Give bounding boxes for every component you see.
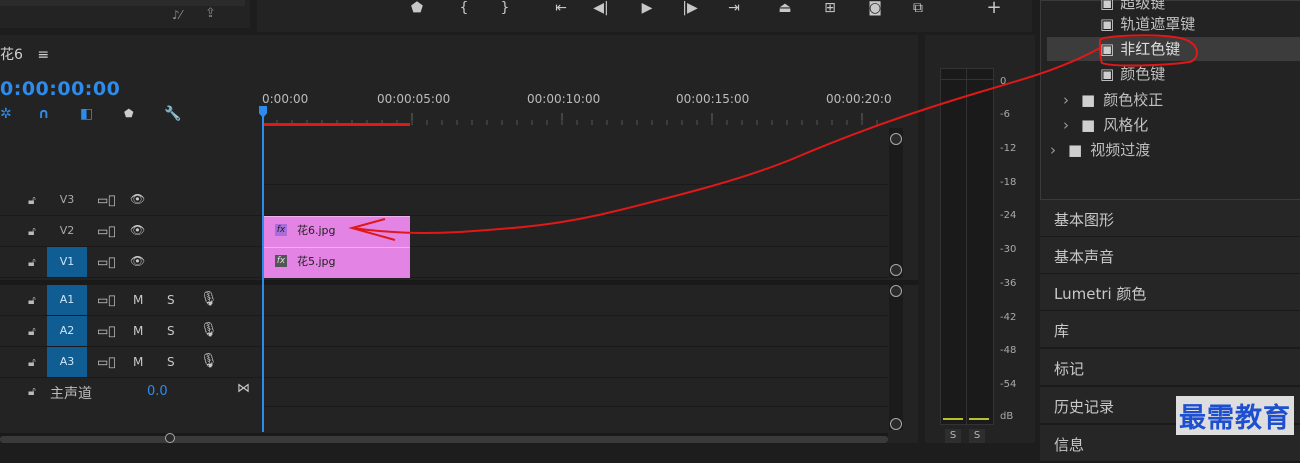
annotation-box	[1098, 34, 1198, 67]
annotation-arrow-line	[351, 47, 1101, 234]
watermark: 最需教育	[1176, 396, 1294, 435]
annotation-overlay	[348, 34, 1198, 241]
